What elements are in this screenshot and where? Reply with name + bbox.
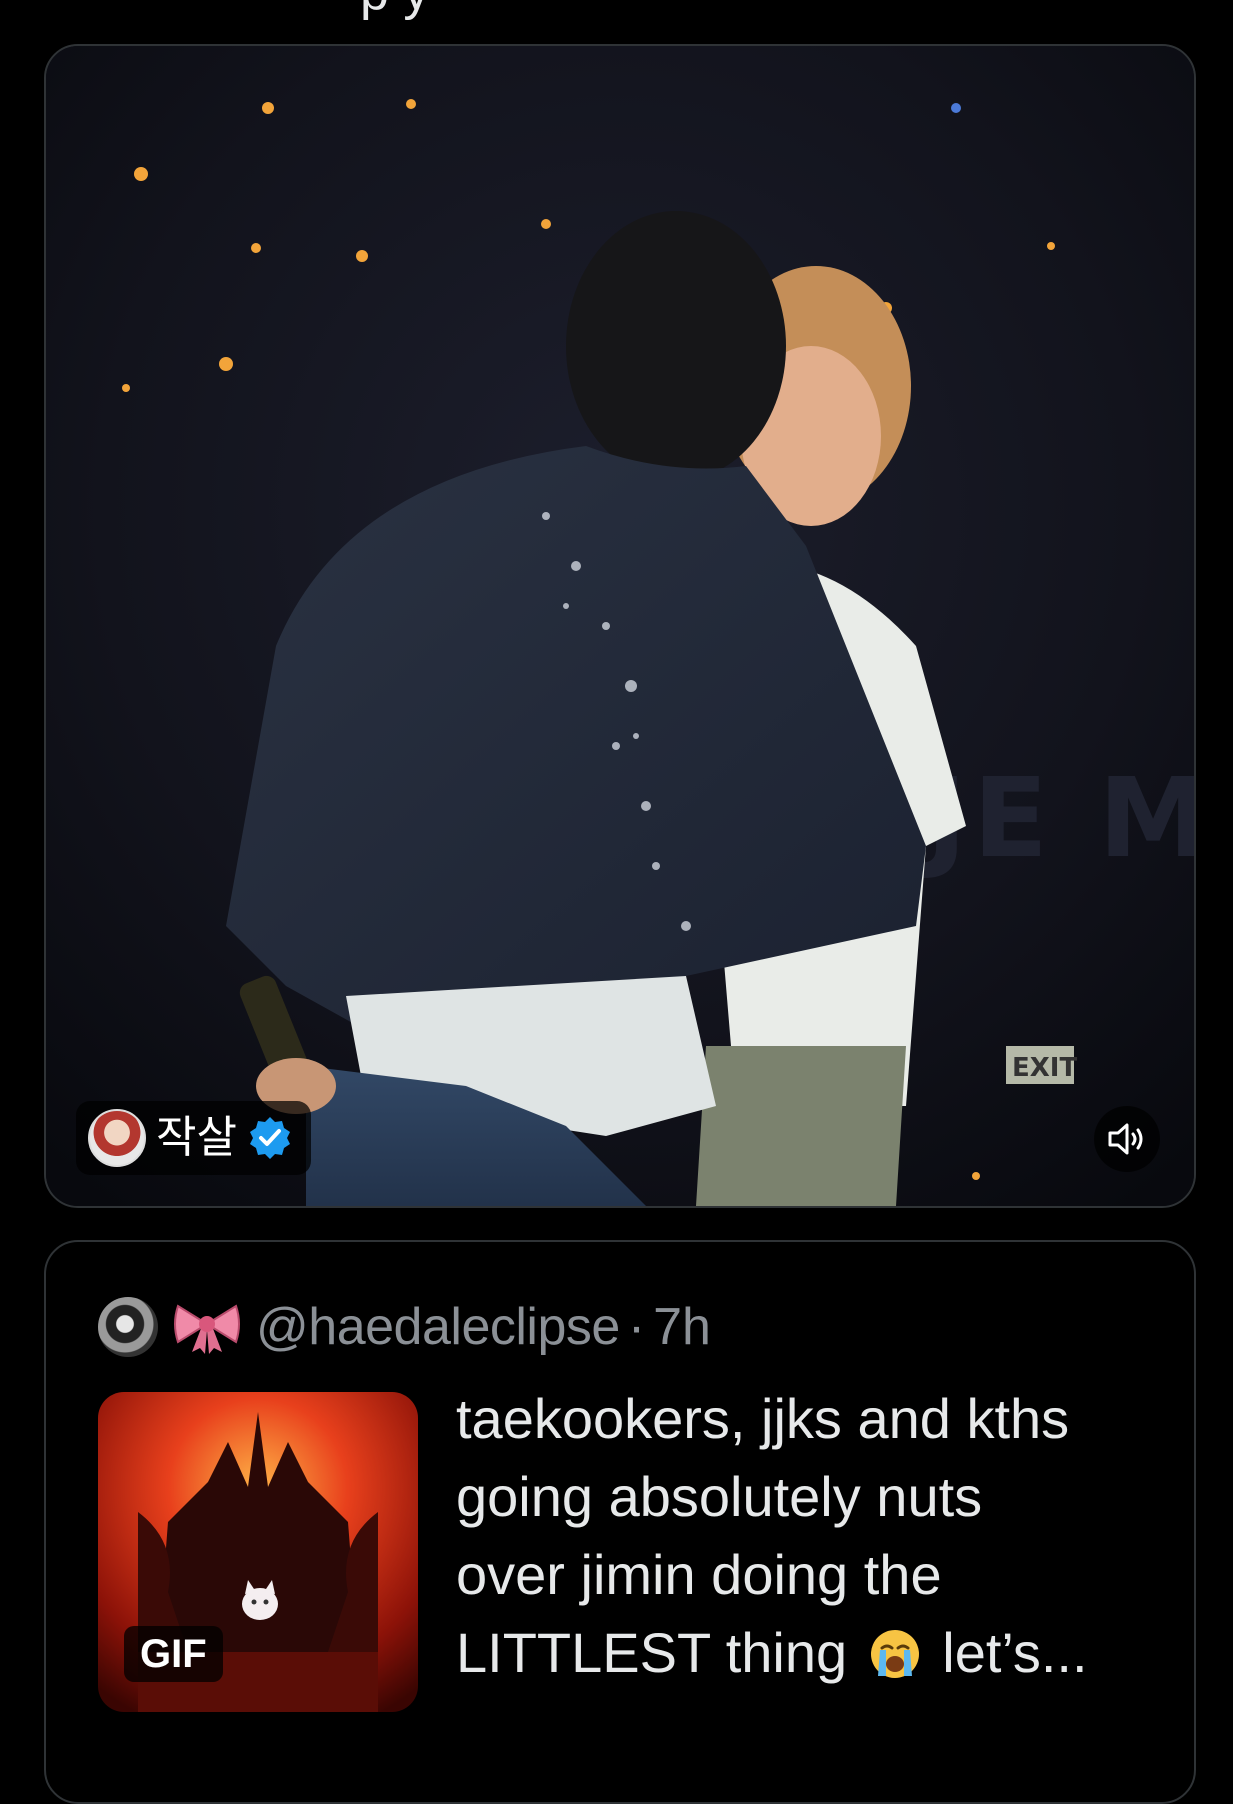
quoted-tweet-card[interactable]: @haedaleclipse · 7h GIF taekookers, jjks… <box>44 1240 1196 1804</box>
video-frame: JE M EXIT <box>46 46 1194 1206</box>
quoted-text-line: LITTLEST thing <box>456 1621 848 1684</box>
video-author-chip[interactable]: 작살 <box>76 1101 311 1175</box>
quoted-text-line: going absolutely nuts <box>456 1465 983 1528</box>
mute-toggle-button[interactable] <box>1094 1106 1160 1172</box>
loudly-crying-face-icon <box>870 1630 919 1678</box>
previous-tweet-text: p y <box>360 0 429 22</box>
quoted-text-tail: let’s... <box>942 1621 1088 1684</box>
quoted-text-line-last: LITTLEST thing let’s... <box>456 1614 1176 1692</box>
header-separator: · <box>627 1298 646 1356</box>
quoted-tweet-header: @haedaleclipse · 7h <box>98 1294 711 1360</box>
ribbon-bow-icon <box>174 1304 240 1354</box>
quoted-tweet-timestamp[interactable]: 7h <box>653 1297 711 1357</box>
quoted-author-avatar[interactable] <box>98 1297 158 1357</box>
quoted-text-line: over jimin doing the <box>456 1543 942 1606</box>
previous-tweet-text-clip: p y <box>0 0 1233 40</box>
quoted-text-line: taekookers, jjks and kths <box>456 1387 1070 1450</box>
quoted-author-handle[interactable]: @haedaleclipse <box>256 1297 620 1357</box>
author-name: 작살 <box>156 1112 237 1163</box>
verified-badge-icon <box>249 1117 290 1159</box>
gif-badge: GIF <box>124 1626 223 1682</box>
speaker-icon <box>1108 1123 1143 1155</box>
quoted-tweet-text: taekookers, jjks and kths going absolute… <box>456 1380 1176 1692</box>
video-player[interactable]: JE M EXIT 작살 <box>44 44 1196 1208</box>
gif-thumbnail[interactable]: GIF <box>98 1392 418 1712</box>
author-avatar <box>88 1109 146 1167</box>
exit-sign-text: EXIT <box>1012 1053 1077 1083</box>
